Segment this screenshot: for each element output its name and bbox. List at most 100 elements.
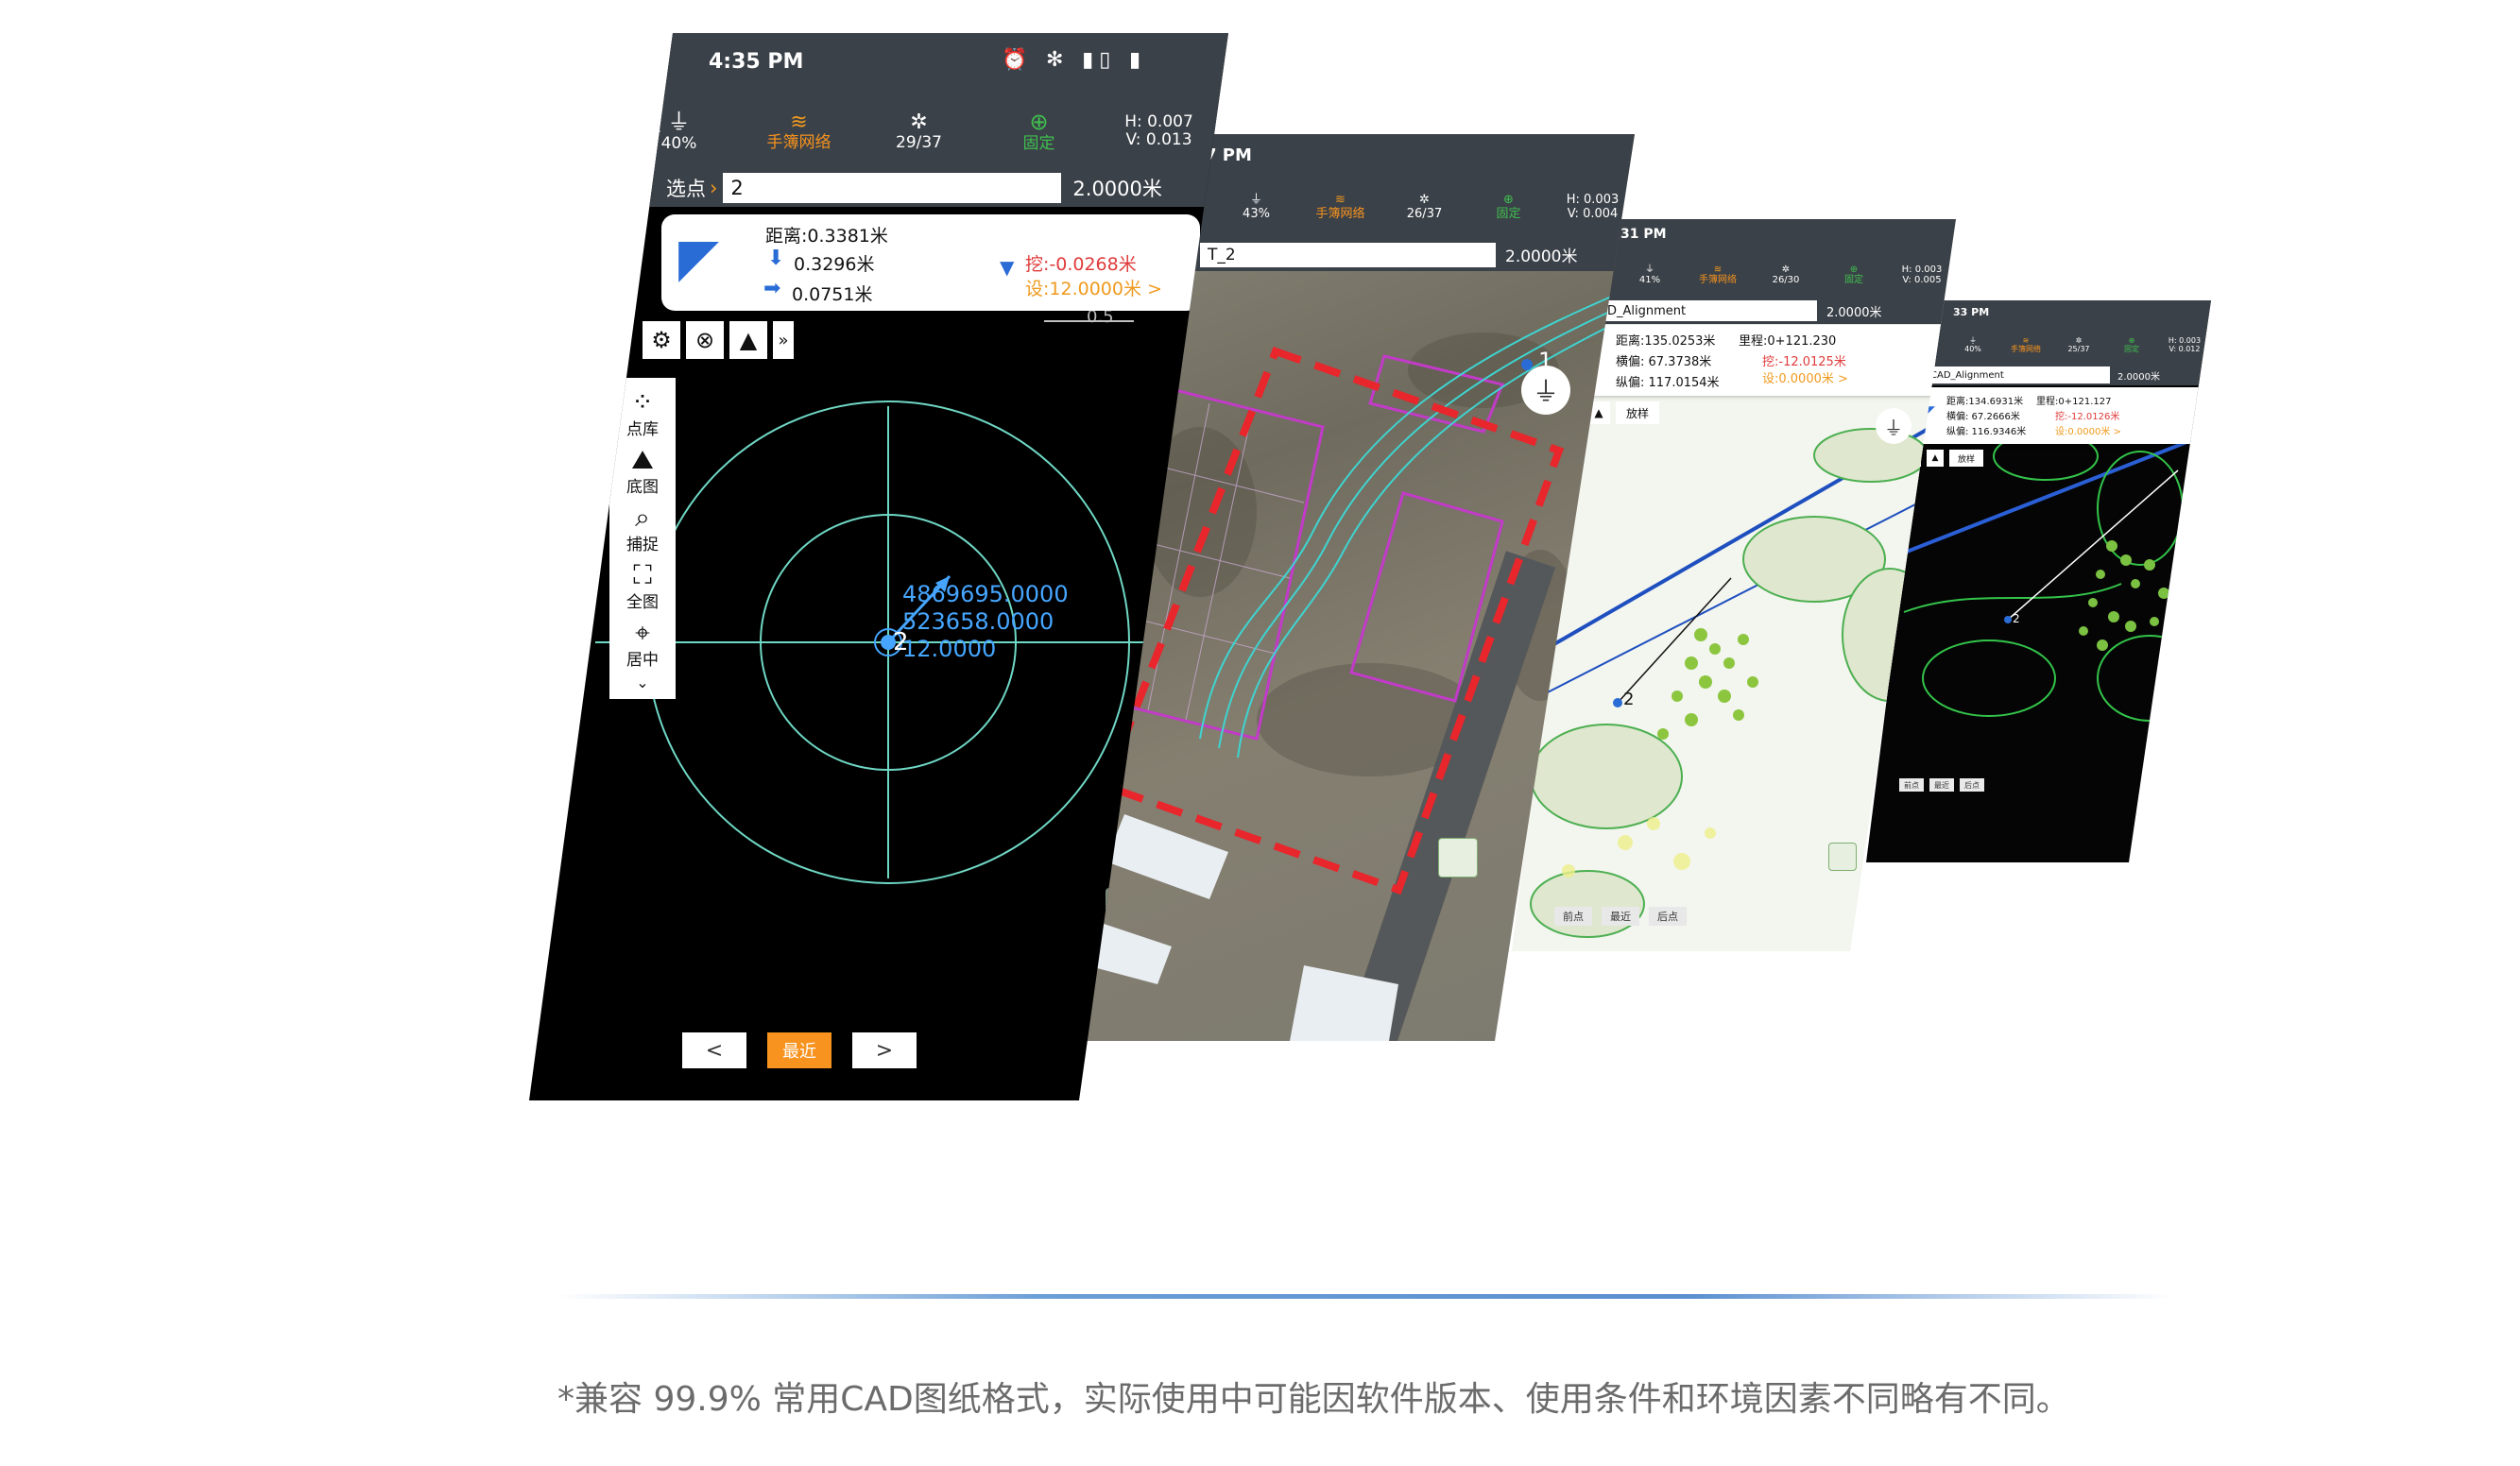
network-status[interactable]: ≋ 手簿网络	[1298, 193, 1382, 221]
design-value[interactable]: 设:12.0000米 >	[1025, 275, 1162, 300]
fix-status[interactable]: ⊕ 固定	[1466, 193, 1551, 221]
center-tool[interactable]: ⌖ 居中	[626, 617, 659, 671]
prev-point-button[interactable]: 前点	[1554, 907, 1592, 926]
rover-battery[interactable]: ⏚ 40%	[619, 110, 739, 152]
layer-button[interactable]	[1438, 838, 1478, 878]
status-time: 4:35 PM	[709, 50, 804, 74]
target-point	[2004, 616, 2012, 623]
compatibility-disclaimer: *兼容 99.9% 常用CAD图纸格式，实际使用中可能因软件版本、使用条件和环境…	[557, 1380, 2070, 1419]
satellite-icon: ✲	[1781, 264, 1791, 275]
building-roofs	[1087, 814, 1398, 1041]
rover-location-icon[interactable]: ⏚	[1521, 366, 1570, 415]
rover-battery[interactable]: ⏚ 41%	[1616, 264, 1684, 285]
point-nav: 前点 最近 后点	[1554, 907, 1687, 926]
full-extent-icon: ⛶	[633, 559, 652, 590]
offset-text: 横偏: 67.2666米	[1946, 412, 2020, 422]
precision-readout: H: 0.003 V: 0.012	[2168, 336, 2202, 353]
snap-icon: ⌕	[635, 502, 650, 533]
fix-status[interactable]: ⊕ 固定	[1820, 264, 1888, 285]
network-status[interactable]: ≋ 手簿网络	[1999, 336, 2052, 354]
point-name-field[interactable]: T_2	[1200, 242, 1496, 267]
design-value[interactable]: 设:0.0000米 >	[1762, 368, 1848, 386]
north-icon[interactable]: ▲	[1927, 450, 1944, 467]
along-text: 纵偏: 116.9346米	[1946, 427, 2027, 437]
target-point	[1613, 698, 1622, 707]
crosshair-icon: ⊕	[1849, 264, 1859, 275]
nearest-point-button[interactable]: 最近	[1602, 907, 1639, 926]
stakeout-info-card: ◤ 距离:0.3381米 ⬇ 0.3296米 ➡ 0.0751米 ▼ 挖:-0.…	[661, 214, 1200, 311]
next-point-button[interactable]: 后点	[1649, 907, 1687, 926]
cut-value: 挖:-12.0126米	[2055, 412, 2120, 422]
prev-point-button[interactable]: 前点	[1899, 778, 1924, 792]
north-icon[interactable]: ▲	[729, 321, 767, 359]
expand-more-icon[interactable]: »	[773, 321, 794, 359]
pole-height[interactable]: 2.0000米	[1072, 174, 1161, 202]
nearest-point-button[interactable]: 最近	[767, 1032, 831, 1068]
snap-tool[interactable]: ⌕ 捕捉	[626, 502, 659, 555]
wifi-icon: ≋	[1335, 193, 1346, 208]
distance-text: 距离:135.0253米	[1616, 334, 1716, 349]
cut-value: 挖:-12.0125米	[1762, 355, 1846, 369]
satellite-icon: ✲	[1419, 193, 1430, 208]
rover-battery[interactable]: ⏚ 40%	[1946, 336, 1999, 354]
collapse-icon[interactable]: ⌄	[636, 673, 648, 691]
elevation-value: 12.0000	[902, 636, 997, 662]
satellite-status[interactable]: ✲ 29/37	[859, 111, 979, 152]
fix-status[interactable]: ⊕ 固定	[979, 110, 1099, 152]
point-label: 2	[893, 628, 909, 656]
network-status[interactable]: ≋ 手簿网络	[1684, 264, 1752, 285]
clear-icon[interactable]: ⊗	[686, 321, 724, 359]
footer-divider	[557, 1294, 2173, 1299]
tree-dots	[2079, 540, 2169, 651]
east-offset-text: 0.0751米	[792, 284, 873, 305]
point-label: 2	[2013, 612, 2020, 625]
stakeout-button[interactable]: 放样	[1949, 450, 1983, 467]
satellite-status[interactable]: ✲ 25/37	[2052, 336, 2105, 354]
back-arrow-icon[interactable]: ←	[638, 114, 661, 147]
wifi-icon: ≋	[790, 110, 808, 134]
satellite-status[interactable]: ✲ 26/37	[1382, 193, 1466, 221]
pole-height[interactable]: 2.0000米	[1505, 243, 1577, 266]
full-extent-tool[interactable]: ⛶ 全图	[626, 559, 659, 613]
stakeout-info-card: ◤ 距离:134.6931米 里程:0+121.127 横偏: 67.2666米…	[1909, 387, 2206, 444]
layer-button[interactable]	[1828, 843, 1857, 871]
settings-gear-icon[interactable]: ⚙	[643, 321, 680, 359]
status-time: 33 PM	[1953, 306, 1990, 318]
guide-line	[2007, 469, 2179, 621]
satellite-icon: ✲	[910, 110, 928, 134]
chevron-right-icon: ›	[710, 177, 718, 199]
rover-location-icon[interactable]: ⏚	[1876, 408, 1911, 444]
along-text: 纵偏: 117.0154米	[1616, 376, 1720, 390]
center-target-icon: ⌖	[635, 617, 650, 648]
pole-height[interactable]: 2.0000米	[1826, 302, 1882, 320]
crosshair-icon: ⊕	[1503, 193, 1514, 208]
pole-height[interactable]: 2.0000米	[2117, 368, 2160, 383]
basemap-tool[interactable]: ⛰ 底图	[626, 447, 659, 498]
select-point-label[interactable]: 选点	[666, 174, 706, 202]
rover-battery[interactable]: ⏚ 43%	[1214, 193, 1298, 221]
nearest-point-button[interactable]: 最近	[1929, 778, 1954, 792]
layer-button[interactable]	[2173, 579, 2192, 598]
arrow-down-icon: ⬇	[767, 247, 785, 270]
next-point-button[interactable]: 后点	[1960, 778, 1984, 792]
next-point-button[interactable]: >	[852, 1032, 917, 1068]
fix-status[interactable]: ⊕ 固定	[2105, 336, 2158, 354]
network-status[interactable]: ≋ 手簿网络	[739, 111, 859, 152]
easting-value: 523658.0000	[902, 608, 1054, 635]
point-name-field[interactable]: CAD_Alignment	[1583, 300, 1817, 321]
station-text: 里程:0+121.127	[2036, 397, 2112, 407]
target-point	[1521, 359, 1533, 370]
cut-value: 挖:-0.0268米	[1025, 254, 1137, 275]
satellite-status[interactable]: ✲ 26/30	[1752, 264, 1820, 285]
green-contours	[1903, 432, 2203, 722]
cut-fill-icon: ▼	[1000, 256, 1015, 279]
point-library-tool[interactable]: ⁘ 点库	[626, 389, 659, 440]
point-name-field[interactable]: CAD_Alignment	[1923, 366, 2110, 384]
point-name-field[interactable]: 2	[723, 173, 1062, 203]
distance-text: 距离:0.3381米	[765, 226, 888, 247]
prev-point-button[interactable]: <	[682, 1032, 746, 1068]
target-coordinates: 4869695.0000 523658.0000 12.0000	[902, 581, 1069, 663]
stakeout-button[interactable]: 放样	[1616, 401, 1659, 424]
offset-text: 横偏: 67.3738米	[1616, 355, 1712, 369]
design-value[interactable]: 设:0.0000米 >	[2055, 423, 2121, 437]
